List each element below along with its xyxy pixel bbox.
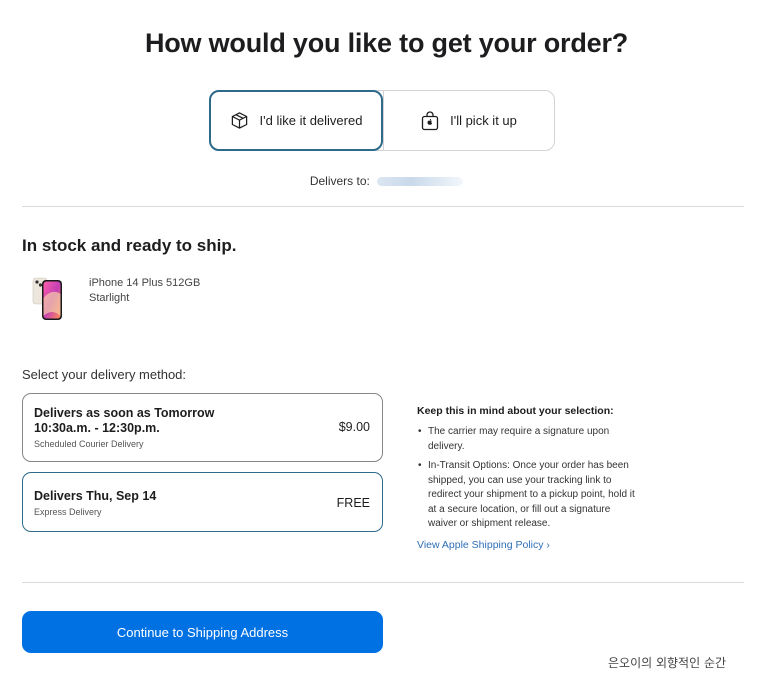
delivered-option[interactable]: I'd like it delivered <box>209 90 383 151</box>
delivers-to-label: Delivers to: <box>309 174 370 188</box>
fulfillment-selector: I'd like it delivered I'll pick it up <box>209 90 555 151</box>
delivers-to: Delivers to: <box>0 174 773 188</box>
product-name: iPhone 14 Plus 512GB <box>89 277 201 289</box>
product-color: Starlight <box>89 292 130 304</box>
continue-to-shipping-button[interactable]: Continue to Shipping Address <box>22 611 383 653</box>
page-headline: How would you like to get your order? <box>144 28 629 58</box>
note-item: In-Transit Options: Once your order has … <box>417 459 637 532</box>
note-item: The carrier may require a signature upon… <box>417 425 637 454</box>
delivery-option-express[interactable]: Delivers Thu, Sep 14 Express Delivery FR… <box>22 472 383 532</box>
blurred-address[interactable] <box>377 177 464 187</box>
delivered-option-label: I'd like it delivered <box>259 113 363 128</box>
delivery-option-courier[interactable]: Delivers as soon as Tomorrow 10:30a.m. -… <box>22 393 383 462</box>
product-info: iPhone 14 Plus 512GB Starlight <box>89 276 200 306</box>
option-time-window: 10:30a.m. - 12:30p.m. <box>34 421 160 435</box>
shopping-bag-icon <box>421 110 439 130</box>
pickup-option[interactable]: I'll pick it up <box>383 91 554 150</box>
shipping-policy-link[interactable]: View Apple Shipping Policy › <box>417 539 550 551</box>
option-subtitle: Scheduled Courier Delivery <box>34 439 144 449</box>
option-subtitle: Express Delivery <box>34 507 102 517</box>
watermark-text: 은오이의 외향적인 순간 <box>608 656 727 670</box>
option-title: Delivers Thu, Sep 14 <box>34 489 157 503</box>
box-icon <box>231 112 247 129</box>
top-divider <box>22 206 744 207</box>
notes-list: The carrier may require a signature upon… <box>417 425 637 537</box>
product-thumbnail <box>32 277 62 320</box>
option-title: Delivers as soon as Tomorrow <box>34 406 215 420</box>
delivery-method-label: Select your delivery method: <box>22 367 187 382</box>
stock-status-heading: In stock and ready to ship. <box>22 236 237 255</box>
bottom-divider <box>22 582 744 583</box>
pickup-option-label: I'll pick it up <box>450 113 517 128</box>
notes-heading: Keep this in mind about your selection: <box>417 405 614 417</box>
option-price: FREE <box>336 496 370 510</box>
option-price: $9.00 <box>338 420 370 434</box>
